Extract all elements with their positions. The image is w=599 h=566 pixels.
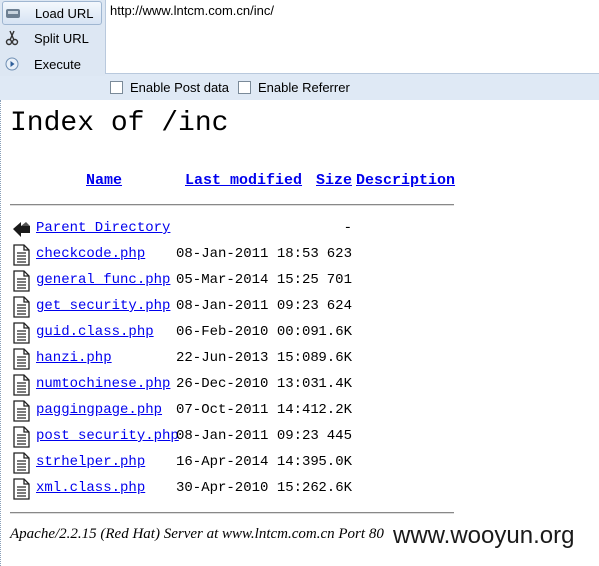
execute-label: Execute [34,56,81,72]
load-url-button[interactable]: Load URL [2,1,102,25]
file-size: 2.6K [318,480,352,496]
sort-by-size-link[interactable]: Size [316,172,352,189]
load-url-label: Load URL [35,5,94,21]
list-item: strhelper.php 16-Apr-2014 14:39 5.0K [0,452,599,478]
file-date: 26-Dec-2010 13:03 [176,376,319,392]
enable-post-checkbox[interactable]: Enable Post data [110,80,229,95]
divider [10,512,454,514]
file-size: 1.4K [318,376,352,392]
list-item: post_security.php 08-Jan-2011 09:23 445 [0,426,599,452]
file-size: 701 [326,272,352,288]
file-link[interactable]: numtochinese.php [36,376,170,392]
file-date: 22-Jun-2013 15:08 [176,350,319,366]
back-arrow-icon [11,218,31,240]
split-url-label: Split URL [34,30,89,46]
list-item: xml.class.php 30-Apr-2010 15:26 2.6K [0,478,599,504]
file-icon [11,400,31,422]
parent-directory-link[interactable]: Parent Directory [36,220,170,236]
file-size: 2.2K [318,402,352,418]
file-date: 08-Jan-2011 09:23 [176,428,319,444]
file-link[interactable]: checkcode.php [36,246,145,262]
checkbox-box[interactable] [238,81,251,94]
file-icon [11,348,31,370]
file-icon [11,374,31,396]
file-date: 07-Oct-2011 14:41 [176,402,319,418]
split-url-button[interactable]: Split URL [2,27,100,49]
file-link[interactable]: hanzi.php [36,350,112,366]
hackbar-actions: Load URL Split URL Execute [0,0,105,76]
file-link[interactable]: post_security.php [36,428,179,444]
list-item: paggingpage.php 07-Oct-2011 14:41 2.2K [0,400,599,426]
file-date: 05-Mar-2014 15:25 [176,272,319,288]
file-icon [11,270,31,292]
file-size: 624 [326,298,352,314]
file-icon [11,296,31,318]
list-item: general_func.php 05-Mar-2014 15:25 701 [0,270,599,296]
file-date: 08-Jan-2011 18:53 [176,246,319,262]
file-link[interactable]: xml.class.php [36,480,145,496]
checkbox-box[interactable] [110,81,123,94]
file-date: 08-Jan-2011 09:23 [176,298,319,314]
file-size: 5.0K [318,454,352,470]
hackbar-toolbar: Load URL Split URL Execute http://www.ln… [0,0,599,100]
file-icon [11,244,31,266]
enable-post-label: Enable Post data [130,80,230,95]
load-url-icon [5,5,21,21]
scissors-icon [4,30,20,46]
file-icon [11,452,31,474]
sort-by-name-link[interactable]: Name [86,172,122,189]
file-link[interactable]: general_func.php [36,272,170,288]
list-item-parent: Parent Directory - [0,218,599,244]
file-size: 1.6K [318,324,352,340]
url-textarea[interactable]: http://www.lntcm.com.cn/inc/ [105,0,599,74]
list-item: hanzi.php 22-Jun-2013 15:08 9.6K [0,348,599,374]
sort-by-modified-link[interactable]: Last modified [185,172,302,189]
file-size: 9.6K [318,350,352,366]
page-title: Index of /inc [10,108,229,139]
file-link[interactable]: guid.class.php [36,324,154,340]
file-link[interactable]: paggingpage.php [36,402,162,418]
file-size: 623 [326,246,352,262]
watermark: www.wooyun.org [393,522,575,549]
play-icon [4,56,20,72]
list-item: get_security.php 08-Jan-2011 09:23 624 [0,296,599,322]
file-link[interactable]: get_security.php [36,298,170,314]
file-icon [11,322,31,344]
file-size: 445 [326,428,352,444]
enable-referrer-checkbox[interactable]: Enable Referrer [238,80,350,95]
list-item: checkcode.php 08-Jan-2011 18:53 623 [0,244,599,270]
enable-referrer-label: Enable Referrer [258,80,350,95]
file-date: 30-Apr-2010 15:26 [176,480,319,496]
execute-button[interactable]: Execute [2,53,100,75]
file-date: 06-Feb-2010 00:09 [176,324,319,340]
file-link[interactable]: strhelper.php [36,454,145,470]
file-size: - [343,220,352,236]
file-date: 16-Apr-2014 14:39 [176,454,319,470]
divider [10,204,454,206]
file-icon [11,426,31,448]
sort-by-description-link[interactable]: Description [356,172,455,189]
file-icon [11,478,31,500]
server-signature: Apache/2.2.15 (Red Hat) Server at www.ln… [10,526,384,542]
list-item: numtochinese.php 26-Dec-2010 13:03 1.4K [0,374,599,400]
list-item: guid.class.php 06-Feb-2010 00:09 1.6K [0,322,599,348]
